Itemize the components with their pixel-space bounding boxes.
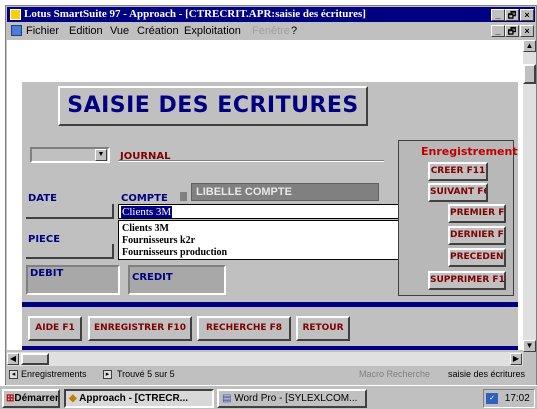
compte-label: COMPTE: [121, 193, 168, 204]
menu-bar: Fichier Edition Vue Création Exploitatio…: [7, 23, 535, 38]
start-label: Démarrer: [14, 393, 59, 404]
approach-icon: ◆: [69, 393, 77, 404]
credit-field[interactable]: CREDIT: [128, 265, 226, 295]
piece-field[interactable]: [26, 244, 114, 259]
doc-maximize-button[interactable]: 🗗: [505, 25, 519, 37]
clock: 17:02: [504, 393, 530, 404]
scroll-up-icon[interactable]: ▲: [523, 40, 536, 52]
credit-label: CREDIT: [132, 272, 173, 283]
status-form-name[interactable]: saisie des écritures: [448, 369, 525, 379]
horizontal-scroll-thumb[interactable]: [21, 353, 49, 365]
compte-option[interactable]: Clients 3M: [122, 223, 169, 234]
close-button[interactable]: ×: [520, 9, 534, 21]
scroll-down-icon[interactable]: ▼: [523, 340, 536, 352]
premier-button[interactable]: PREMIER F7: [448, 204, 506, 223]
system-tray: ✓ 17:02: [483, 389, 535, 408]
menu-edition[interactable]: Edition: [69, 25, 103, 37]
menu-vue[interactable]: Vue: [110, 25, 129, 37]
menu-exploitation[interactable]: Exploitation: [184, 25, 241, 37]
separator-bar-bottom: [22, 346, 518, 350]
creer-button[interactable]: CREER F11: [428, 162, 488, 181]
records-icon[interactable]: ◂: [9, 370, 18, 379]
compte-selected-value: Clients 3M: [121, 206, 173, 218]
compte-option[interactable]: Fournisseurs k2r: [122, 235, 195, 246]
status-found: Trouvé 5 sur 5: [117, 369, 175, 379]
status-records[interactable]: Enregistrements: [21, 369, 87, 379]
horizontal-scrollbar[interactable]: ◀ ▶: [7, 352, 523, 366]
compte-marker: [180, 192, 187, 201]
status-bar: ◂ Enregistrements ▸ Trouvé 5 sur 5 Macro…: [7, 368, 535, 382]
recherche-button[interactable]: RECHERCHE F8: [197, 316, 291, 341]
enregistrer-button[interactable]: ENREGISTRER F10: [88, 316, 192, 341]
form-title: SAISIE DES ECRITURES: [58, 86, 368, 126]
debit-field[interactable]: DEBIT: [26, 265, 120, 295]
dernier-button[interactable]: DERNIER F4: [448, 226, 506, 245]
lotus-app-icon[interactable]: [10, 9, 21, 20]
supprimer-button[interactable]: SUPPRIMER F12: [428, 271, 506, 290]
task-approach[interactable]: ◆ Approach - [CTRECR...: [64, 389, 214, 408]
scroll-right-icon[interactable]: ▶: [510, 353, 522, 365]
date-label: DATE: [28, 193, 57, 204]
date-field[interactable]: [26, 204, 114, 219]
aide-button[interactable]: AIDE F1: [28, 316, 82, 341]
menu-creation[interactable]: Création: [137, 25, 179, 37]
task-wordpro[interactable]: ▤ Word Pro - [SYLEXLCOM...: [217, 389, 367, 408]
minimize-button[interactable]: _: [491, 9, 505, 21]
found-icon[interactable]: ▸: [103, 370, 112, 379]
menu-fenetre[interactable]: Fenêtre: [252, 25, 290, 37]
menu-help[interactable]: ?: [291, 25, 297, 37]
scroll-left-icon[interactable]: ◀: [7, 353, 19, 365]
debit-label: DEBIT: [30, 268, 64, 279]
document-icon[interactable]: [11, 25, 22, 36]
task-approach-label: Approach - [CTRECR...: [79, 393, 189, 404]
doc-close-button[interactable]: ×: [520, 25, 534, 37]
journal-dropdown-icon[interactable]: ▼: [95, 149, 107, 161]
compte-option[interactable]: Fournisseurs production: [122, 247, 227, 258]
retour-button[interactable]: RETOUR: [296, 316, 350, 341]
precedent-button[interactable]: PRECEDENT F5: [448, 248, 506, 267]
suivant-button[interactable]: SUIVANT F6: [428, 183, 488, 202]
journal-field[interactable]: ▼: [30, 147, 110, 163]
task-wordpro-label: Word Pro - [SYLEXLCOM...: [234, 393, 358, 404]
start-button[interactable]: ⊞Démarrer: [2, 389, 60, 408]
maximize-button[interactable]: 🗗: [505, 9, 519, 21]
enregistrement-title: Enregistrement: [421, 145, 518, 158]
vertical-scroll-thumb[interactable]: [523, 64, 536, 84]
vertical-scrollbar[interactable]: ▲ ▼: [523, 40, 536, 352]
journal-underline: [118, 160, 384, 162]
status-macro: Macro Recherche: [359, 369, 431, 379]
doc-minimize-button[interactable]: _: [491, 25, 505, 37]
separator-bar: [22, 302, 518, 307]
taskbar: ⊞Démarrer ◆ Approach - [CTRECR... ▤ Word…: [0, 385, 537, 409]
tray-icon[interactable]: ✓: [486, 392, 498, 404]
libelle-compte-field: LIBELLE COMPTE: [191, 183, 379, 201]
menu-fichier[interactable]: Fichier: [26, 25, 59, 37]
wordpro-icon: ▤: [222, 393, 232, 404]
window-title: Lotus SmartSuite 97 - Approach - [CTRECR…: [24, 8, 366, 20]
title-bar[interactable]: Lotus SmartSuite 97 - Approach - [CTRECR…: [7, 7, 535, 22]
